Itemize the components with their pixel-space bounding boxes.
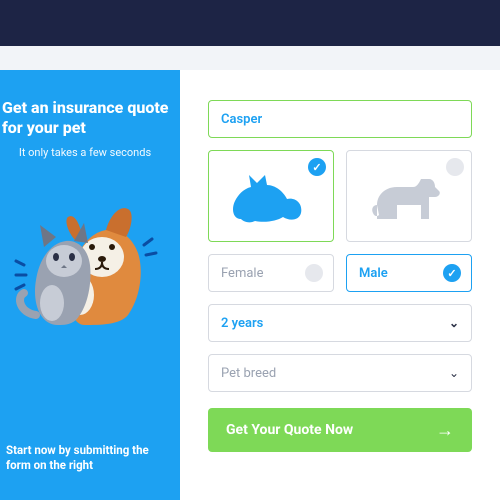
panel-subtitle: It only takes a few seconds bbox=[19, 146, 151, 161]
panel-hint: Start now by submitting the form on the … bbox=[0, 443, 170, 482]
gender-female[interactable]: Female bbox=[208, 254, 334, 292]
pet-name-input[interactable]: Casper bbox=[208, 100, 472, 138]
arrow-right-icon: → bbox=[436, 420, 454, 441]
check-icon bbox=[446, 158, 464, 176]
gender-female-label: Female bbox=[221, 266, 263, 281]
check-icon bbox=[308, 158, 326, 176]
get-quote-button[interactable]: Get Your Quote Now → bbox=[208, 408, 472, 452]
breed-select[interactable]: Pet breed ⌄ bbox=[208, 354, 472, 392]
chevron-down-icon: ⌄ bbox=[449, 316, 459, 330]
age-select[interactable]: 2 years ⌄ bbox=[208, 304, 472, 342]
pet-type-cat[interactable] bbox=[208, 150, 334, 242]
spacer bbox=[0, 46, 500, 70]
chevron-down-icon: ⌄ bbox=[449, 366, 459, 380]
pets-illustration bbox=[10, 175, 160, 335]
gender-row: Female Male bbox=[208, 254, 472, 292]
pet-type-row bbox=[208, 150, 472, 242]
quote-form: Casper Female Male bbox=[180, 70, 500, 500]
quote-widget: Get an insurance quote for your pet It o… bbox=[0, 70, 500, 500]
age-value: 2 years bbox=[221, 316, 263, 331]
radio-icon bbox=[305, 264, 323, 282]
breed-placeholder: Pet breed bbox=[221, 366, 276, 381]
dog-icon bbox=[359, 161, 459, 231]
info-panel: Get an insurance quote for your pet It o… bbox=[0, 70, 180, 500]
panel-title: Get an insurance quote for your pet bbox=[0, 98, 170, 138]
top-nav-bar bbox=[0, 0, 500, 46]
gender-male[interactable]: Male bbox=[346, 254, 472, 292]
pet-type-dog[interactable] bbox=[346, 150, 472, 242]
pet-name-value: Casper bbox=[221, 112, 262, 127]
cat-icon bbox=[221, 161, 321, 231]
cta-label: Get Your Quote Now bbox=[226, 422, 353, 438]
gender-male-label: Male bbox=[359, 266, 388, 281]
radio-icon bbox=[443, 264, 461, 282]
